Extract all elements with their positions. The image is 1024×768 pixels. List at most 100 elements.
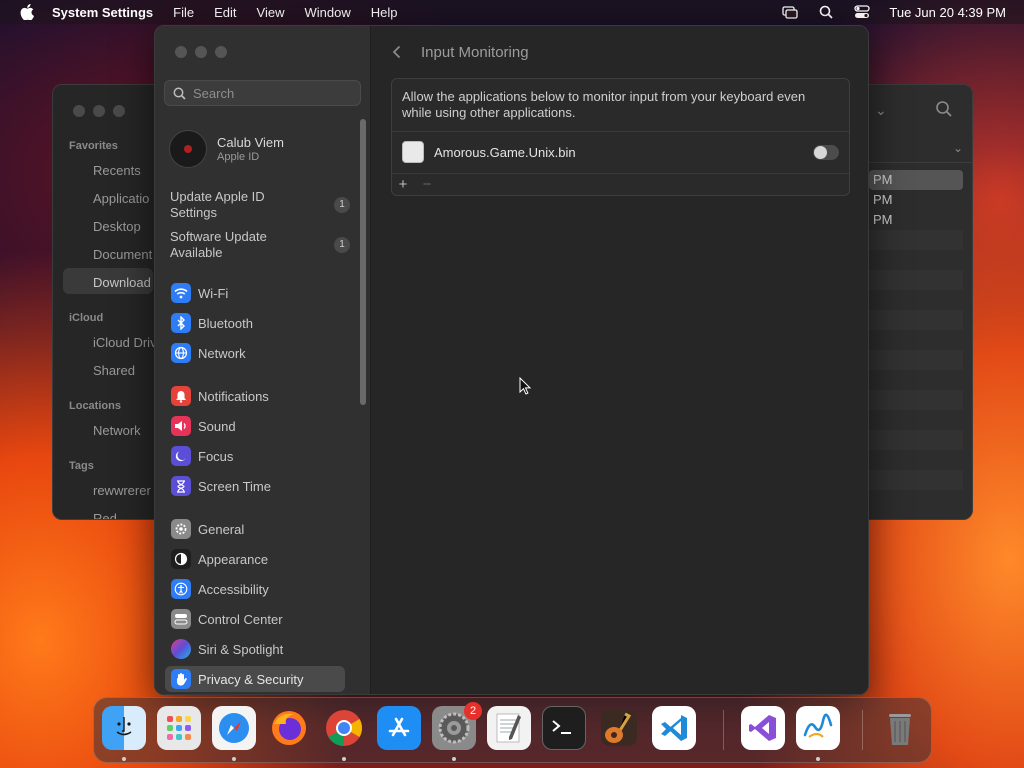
dock-finder-icon[interactable]	[102, 706, 146, 750]
finder-item-documents[interactable]: Document	[93, 247, 152, 262]
update-apple-id-notice[interactable]: Update Apple ID Settings 1	[170, 189, 360, 221]
menu-file[interactable]: File	[173, 5, 194, 20]
control-center-icon[interactable]	[853, 4, 871, 20]
sidebar-item-focus[interactable]: Focus	[165, 443, 345, 469]
globe-icon	[171, 343, 191, 363]
finder-item-desktop[interactable]: Desktop	[93, 219, 141, 234]
finder-item-icloud-drive[interactable]: iCloud Driv	[93, 335, 157, 350]
page-title: Input Monitoring	[421, 43, 529, 61]
notice-label: Update Apple ID Settings	[170, 189, 265, 220]
search-icon[interactable]	[935, 100, 953, 121]
finder-item-network[interactable]: Network	[93, 423, 141, 438]
sidebar-item-label: Accessibility	[198, 581, 269, 597]
menu-view[interactable]: View	[257, 5, 285, 20]
panel-description: Allow the applications below to monitor …	[402, 89, 806, 120]
finder-item-tag[interactable]: rewwrerer	[93, 483, 151, 498]
search-input[interactable]: Search	[164, 80, 361, 106]
finder-row[interactable]: PM	[869, 210, 963, 230]
sidebar-item-bluetooth[interactable]: Bluetooth	[165, 310, 345, 336]
notice-label: Software Update Available	[170, 229, 267, 260]
profile-name: Calub Viem	[217, 135, 284, 150]
sidebar-item-siri-spotlight[interactable]: Siri & Spotlight	[165, 636, 345, 662]
screen-mirroring-icon[interactable]	[781, 4, 799, 20]
remove-app-button[interactable]: −	[419, 176, 435, 193]
finder-item-applications[interactable]: Applicatio	[93, 191, 149, 206]
dock-visual-studio-icon[interactable]	[741, 706, 785, 750]
system-settings-window: Search Calub Viem Apple ID Update Apple …	[154, 25, 869, 695]
sidebar-item-label: Siri & Spotlight	[198, 641, 284, 657]
settings-window-controls	[175, 46, 227, 58]
sidebar-scrollbar[interactable]	[360, 119, 366, 405]
sidebar-item-control-center[interactable]: Control Center	[165, 606, 345, 632]
menu-edit[interactable]: Edit	[214, 5, 236, 20]
menu-window[interactable]: Window	[304, 5, 350, 20]
sidebar-item-network[interactable]: Network	[165, 340, 345, 366]
apple-id-profile[interactable]: Calub Viem Apple ID	[169, 130, 284, 168]
dock-app-store-icon[interactable]	[377, 706, 421, 750]
settings-sidebar: Search Calub Viem Apple ID Update Apple …	[155, 26, 371, 694]
software-update-notice[interactable]: Software Update Available 1	[170, 229, 360, 261]
sidebar-item-notifications[interactable]: Notifications	[165, 383, 345, 409]
dock-safari-icon[interactable]	[212, 706, 256, 750]
sidebar-item-screen-time[interactable]: Screen Time	[165, 473, 345, 499]
finder-window-controls	[73, 105, 125, 117]
sidebar-item-accessibility[interactable]: Accessibility	[165, 576, 345, 602]
sidebar-item-sound[interactable]: Sound	[165, 413, 345, 439]
dock-trash-icon[interactable]	[878, 706, 922, 750]
finder-item-downloads[interactable]: Download	[93, 275, 151, 290]
dock-terminal-icon[interactable]	[542, 706, 586, 750]
dock-vscode-icon[interactable]	[652, 706, 696, 750]
sidebar-item-appearance[interactable]: Appearance	[165, 546, 345, 572]
apple-menu-icon[interactable]	[18, 3, 36, 21]
chevron-down-icon[interactable]: ⌄	[875, 102, 887, 119]
control-center-icon	[171, 609, 191, 629]
notification-badge: 2	[464, 702, 482, 720]
search-placeholder: Search	[193, 85, 235, 101]
sidebar-item-general[interactable]: General	[165, 516, 345, 542]
dock-chrome-icon[interactable]	[322, 706, 366, 750]
finder-locations-title: Locations	[69, 400, 121, 412]
dock-system-settings-icon[interactable]: 2	[432, 702, 482, 750]
minimize-button[interactable]	[93, 105, 105, 117]
back-chevron-icon[interactable]	[389, 44, 403, 60]
finder-row-empty	[869, 430, 963, 450]
finder-row-empty	[869, 230, 963, 250]
dock-freeform-icon[interactable]	[796, 706, 840, 750]
finder-row[interactable]: PM	[869, 190, 963, 210]
menu-help[interactable]: Help	[371, 5, 398, 20]
dock-firefox-icon[interactable]	[267, 706, 311, 750]
spotlight-search-icon[interactable]	[817, 4, 835, 20]
finder-item-recents[interactable]: Recents	[93, 163, 141, 178]
zoom-button[interactable]	[215, 46, 227, 58]
dock-launchpad-icon[interactable]	[157, 706, 201, 750]
notice-badge: 1	[334, 237, 350, 253]
zoom-button[interactable]	[113, 105, 125, 117]
siri-icon	[171, 639, 191, 659]
sidebar-item-privacy-security[interactable]: Privacy & Security	[165, 666, 345, 692]
finder-icloud-title: iCloud	[69, 312, 104, 324]
add-app-button[interactable]: +	[395, 176, 411, 193]
sidebar-item-wifi[interactable]: Wi-Fi	[165, 280, 345, 306]
finder-item-shared[interactable]: Shared	[93, 363, 135, 378]
menu-app-name[interactable]: System Settings	[52, 5, 153, 20]
menu-clock[interactable]: Tue Jun 20 4:39 PM	[889, 5, 1006, 20]
dock-textedit-icon[interactable]	[487, 706, 531, 750]
finder-row[interactable]: PM	[869, 170, 963, 190]
divider	[392, 173, 849, 174]
sidebar-item-label: Control Center	[198, 611, 283, 627]
dock-garageband-icon[interactable]	[597, 706, 641, 750]
search-icon	[173, 86, 187, 100]
app-name: Amorous.Game.Unix.bin	[434, 144, 576, 160]
chevron-down-icon[interactable]: ⌄	[953, 141, 963, 155]
moon-icon	[171, 446, 191, 466]
close-button[interactable]	[73, 105, 85, 117]
bell-icon	[171, 386, 191, 406]
close-button[interactable]	[175, 46, 187, 58]
avatar	[169, 130, 207, 168]
settings-main-pane: Input Monitoring Allow the applications …	[371, 26, 868, 694]
app-permission-toggle[interactable]	[813, 145, 839, 160]
finder-item-tag-red[interactable]: Red	[93, 511, 117, 519]
finder-row-empty	[869, 470, 963, 490]
bluetooth-icon	[171, 313, 191, 333]
minimize-button[interactable]	[195, 46, 207, 58]
